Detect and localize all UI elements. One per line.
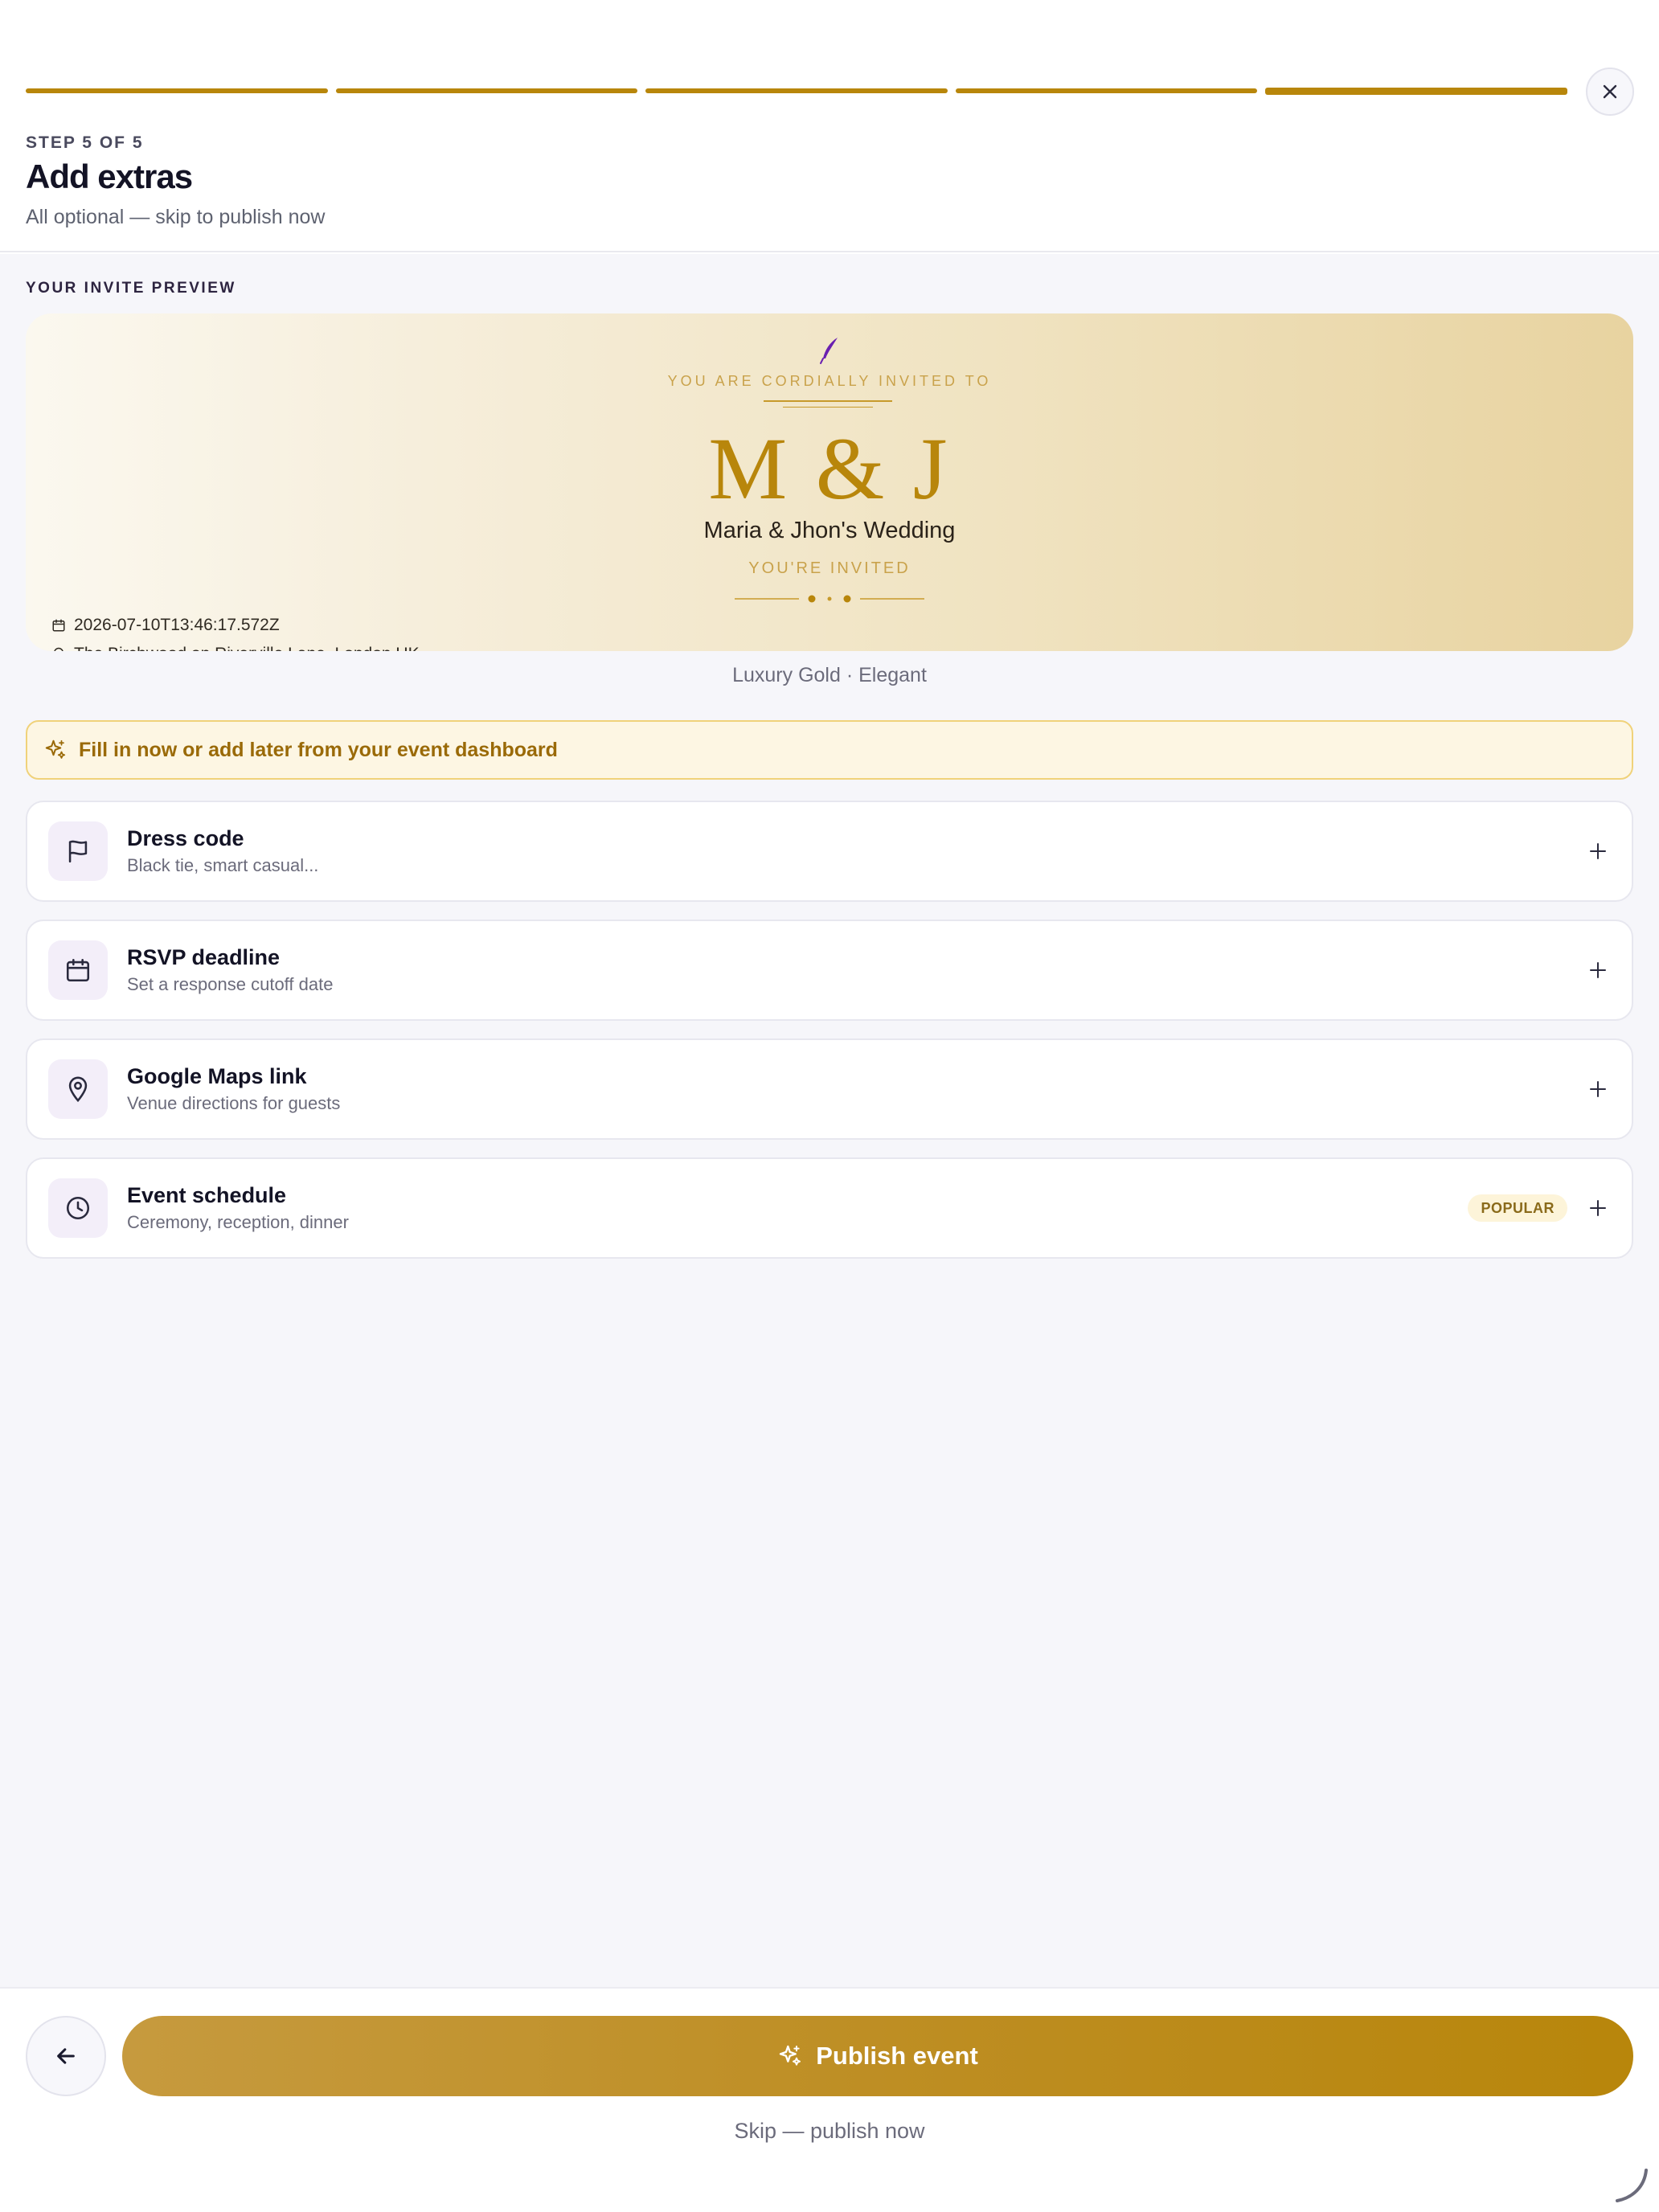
- extra-event-schedule[interactable]: Event schedule Ceremony, reception, dinn…: [26, 1157, 1633, 1259]
- invite-venue: The Birchwood on Riverville Lane, London…: [74, 645, 420, 651]
- template-caption: Luxury Gold · Elegant: [732, 664, 927, 686]
- progress-segment-5: [1265, 88, 1567, 95]
- extra-title: Google Maps link: [127, 1064, 307, 1088]
- extra-description: Venue directions for guests: [127, 1093, 341, 1113]
- add-rsvp-deadline-button[interactable]: [1585, 957, 1611, 983]
- extra-title: RSVP deadline: [127, 945, 281, 969]
- extra-description: Set a response cutoff date: [127, 974, 334, 994]
- close-icon: [1603, 84, 1617, 99]
- progress-segment-1: [26, 88, 328, 93]
- invite-divider-thin: [783, 407, 873, 408]
- back-button[interactable]: [26, 2016, 106, 2096]
- extra-description: Ceremony, reception, dinner: [127, 1212, 349, 1232]
- add-event-schedule-button[interactable]: [1585, 1195, 1611, 1221]
- close-button[interactable]: [1586, 68, 1634, 116]
- invite-monogram: M & J: [708, 420, 951, 518]
- skip-publish-link[interactable]: Skip — publish now: [0, 2119, 1659, 2144]
- plus-icon: [1590, 1081, 1606, 1097]
- map-pin-icon: [54, 647, 63, 651]
- invite-cordially-text: YOU ARE CORDIALLY INVITED TO: [667, 373, 992, 389]
- add-dress-code-button[interactable]: [1585, 838, 1611, 864]
- invite-date-row: 2026-07-10T13:46:17.572Z: [51, 616, 280, 635]
- info-banner: Fill in now or add later from your event…: [26, 720, 1633, 780]
- invite-event-name: Maria & Jhon's Wedding: [703, 518, 956, 543]
- invite-ornament: [735, 595, 924, 603]
- extra-rsvp-deadline[interactable]: RSVP deadline Set a response cutoff date: [26, 920, 1633, 1021]
- flag-icon: [68, 840, 88, 863]
- arrow-left-icon: [57, 2048, 75, 2064]
- publish-label: Publish event: [816, 2042, 978, 2070]
- extra-dress-code[interactable]: Dress code Black tie, smart casual...: [26, 801, 1633, 902]
- plus-icon: [1590, 962, 1606, 978]
- calendar-icon: [52, 619, 65, 632]
- sparkles-icon: [780, 2045, 801, 2066]
- invite-date: 2026-07-10T13:46:17.572Z: [74, 616, 280, 634]
- feather-icon: [820, 338, 838, 364]
- invite-divider: [764, 400, 892, 402]
- wizard-header: STEP 5 OF 5 Add extras All optional — sk…: [0, 0, 1659, 252]
- sparkles-icon: [45, 739, 66, 759]
- page-subtitle: All optional — skip to publish now: [26, 206, 326, 228]
- clock-icon: [66, 1196, 90, 1220]
- step-indicator: STEP 5 OF 5: [26, 133, 144, 152]
- step-progress-bar: [26, 88, 1567, 95]
- wizard-footer: Publish event Skip — publish now: [0, 1987, 1659, 2212]
- popular-badge: POPULAR: [1468, 1194, 1567, 1222]
- page-title: Add extras: [26, 158, 193, 195]
- plus-icon: [1590, 1200, 1606, 1216]
- invite-youre-invited: YOU'RE INVITED: [748, 559, 911, 577]
- banner-text: Fill in now or add later from your event…: [79, 738, 558, 761]
- extra-icon-box: [48, 1059, 108, 1119]
- main-content: YOUR INVITE PREVIEW YOU ARE CORDIALLY IN…: [0, 254, 1659, 1987]
- extra-google-maps-link[interactable]: Google Maps link Venue directions for gu…: [26, 1038, 1633, 1140]
- invite-preview-card: YOU ARE CORDIALLY INVITED TO M & J Maria…: [26, 313, 1633, 651]
- map-pin-icon: [68, 1076, 88, 1103]
- plus-icon: [1590, 843, 1606, 859]
- progress-segment-4: [955, 88, 1258, 93]
- progress-segment-2: [335, 88, 638, 93]
- progress-segment-3: [645, 88, 948, 93]
- extra-icon-box: [48, 821, 108, 881]
- add-maps-link-button[interactable]: [1585, 1076, 1611, 1102]
- extra-icon-box: [48, 1178, 108, 1238]
- resize-handle-icon[interactable]: [1612, 2167, 1649, 2204]
- extra-title: Dress code: [127, 826, 244, 850]
- extra-icon-box: [48, 940, 108, 1000]
- extra-description: Black tie, smart casual...: [127, 855, 319, 875]
- invite-venue-row: The Birchwood on Riverville Lane, London…: [51, 645, 420, 651]
- preview-section-label: YOUR INVITE PREVIEW: [26, 280, 236, 297]
- calendar-icon: [66, 958, 90, 982]
- extra-title: Event schedule: [127, 1183, 287, 1207]
- publish-event-button[interactable]: Publish event: [122, 2016, 1633, 2096]
